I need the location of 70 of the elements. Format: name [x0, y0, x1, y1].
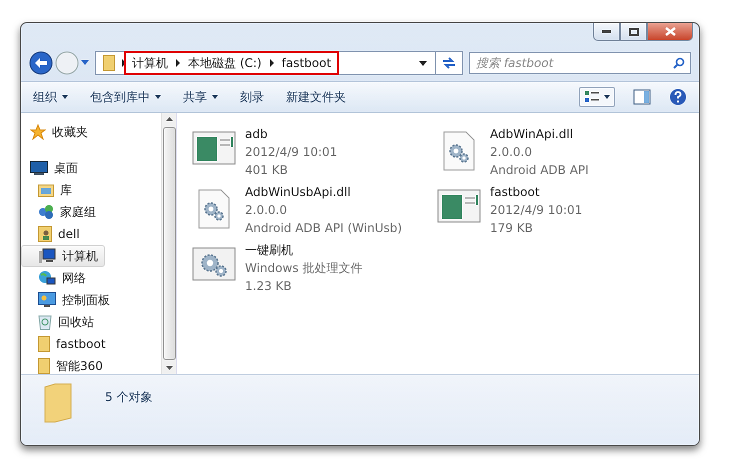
- preview-pane-icon[interactable]: [633, 89, 651, 105]
- file-detail: 2012/4/9 10:01: [245, 144, 338, 161]
- nav-item[interactable]: 家庭组: [21, 201, 103, 223]
- file-detail: 2012/4/9 10:01: [490, 202, 582, 219]
- window-icon: [192, 131, 236, 165]
- nav-item[interactable]: 网络: [21, 267, 93, 289]
- file-detail: Android ADB API: [490, 162, 589, 179]
- breadcrumb[interactable]: 本地磁盘 (C:): [188, 54, 262, 72]
- status-text: 5 个对象: [105, 389, 152, 406]
- user-folder-icon: [38, 226, 52, 242]
- recycle-bin-icon: [38, 314, 52, 330]
- scrollbar[interactable]: [161, 113, 176, 374]
- file-detail: Windows 批处理文件: [245, 260, 362, 277]
- help-icon[interactable]: [669, 88, 687, 106]
- folder-icon: [38, 336, 50, 352]
- monitor-icon: [30, 161, 48, 175]
- nav-item[interactable]: 回收站: [21, 311, 101, 333]
- file-name[interactable]: AdbWinUsbApi.dll: [245, 183, 402, 201]
- details-view-icon: [584, 90, 600, 104]
- address-field[interactable]: 计算机 本地磁盘 (C:) fastboot: [95, 51, 463, 75]
- toolbar-button[interactable]: 新建文件夹: [286, 86, 346, 108]
- nav-item[interactable]: 库: [21, 179, 79, 201]
- folder-icon: [38, 358, 50, 374]
- gear-document-icon: [198, 189, 230, 229]
- globe-monitor-icon: [38, 270, 56, 286]
- toolbar-button[interactable]: 共享: [183, 86, 218, 108]
- scroll-up-icon: [166, 117, 172, 121]
- file-detail: 2.0.0.0: [245, 202, 288, 219]
- computer-icon: [38, 248, 56, 264]
- nav-item[interactable]: 计算机: [21, 245, 105, 267]
- breadcrumb[interactable]: fastboot: [282, 56, 332, 70]
- view-button[interactable]: [579, 87, 615, 107]
- file-detail: 2.0.0.0: [490, 144, 533, 161]
- gear-window-icon: [192, 247, 236, 281]
- nav-item[interactable]: 收藏夹: [21, 121, 95, 143]
- dropdown-icon[interactable]: [419, 60, 427, 66]
- gear-document-icon: [443, 131, 475, 171]
- nav-item[interactable]: dell: [21, 223, 87, 245]
- file-name[interactable]: adb: [245, 125, 338, 143]
- maximize-icon: [628, 28, 638, 36]
- close-button[interactable]: [647, 23, 693, 41]
- minimize-icon: [602, 30, 611, 33]
- file-detail: 401 KB: [245, 162, 289, 179]
- nav-item[interactable]: 控制面板: [21, 289, 117, 311]
- window-icon: [437, 189, 481, 223]
- file-name[interactable]: 一键刷机: [245, 241, 362, 259]
- search-icon: [673, 57, 685, 69]
- nav-item[interactable]: 桌面: [21, 157, 85, 179]
- scroll-down-icon: [166, 366, 172, 370]
- toolbar-button[interactable]: 刻录: [240, 86, 264, 108]
- file-detail: Android ADB API (WinUsb): [245, 220, 402, 237]
- file-detail: 179 KB: [490, 220, 534, 237]
- folder-icon: [102, 55, 116, 71]
- file-name[interactable]: AdbWinApi.dll: [490, 125, 589, 143]
- nav-item[interactable]: fastboot: [21, 333, 113, 355]
- refresh-icon: [441, 56, 457, 70]
- breadcrumb[interactable]: 计算机: [132, 54, 168, 72]
- control-panel-icon: [38, 292, 56, 308]
- minimize-button[interactable]: [593, 23, 620, 41]
- toolbar-button[interactable]: 包含到库中: [90, 86, 161, 108]
- maximize-button[interactable]: [620, 23, 647, 41]
- library-folder-icon: [38, 183, 54, 197]
- file-name[interactable]: fastboot: [490, 183, 582, 201]
- homegroup-icon: [38, 204, 54, 220]
- toolbar-button[interactable]: 组织: [33, 86, 68, 108]
- star-icon: [30, 124, 46, 140]
- close-icon: [664, 27, 676, 36]
- file-detail: 1.23 KB: [245, 278, 293, 295]
- nav-item[interactable]: 智能360: [21, 355, 110, 377]
- search-field[interactable]: 搜索 fastboot: [469, 52, 691, 74]
